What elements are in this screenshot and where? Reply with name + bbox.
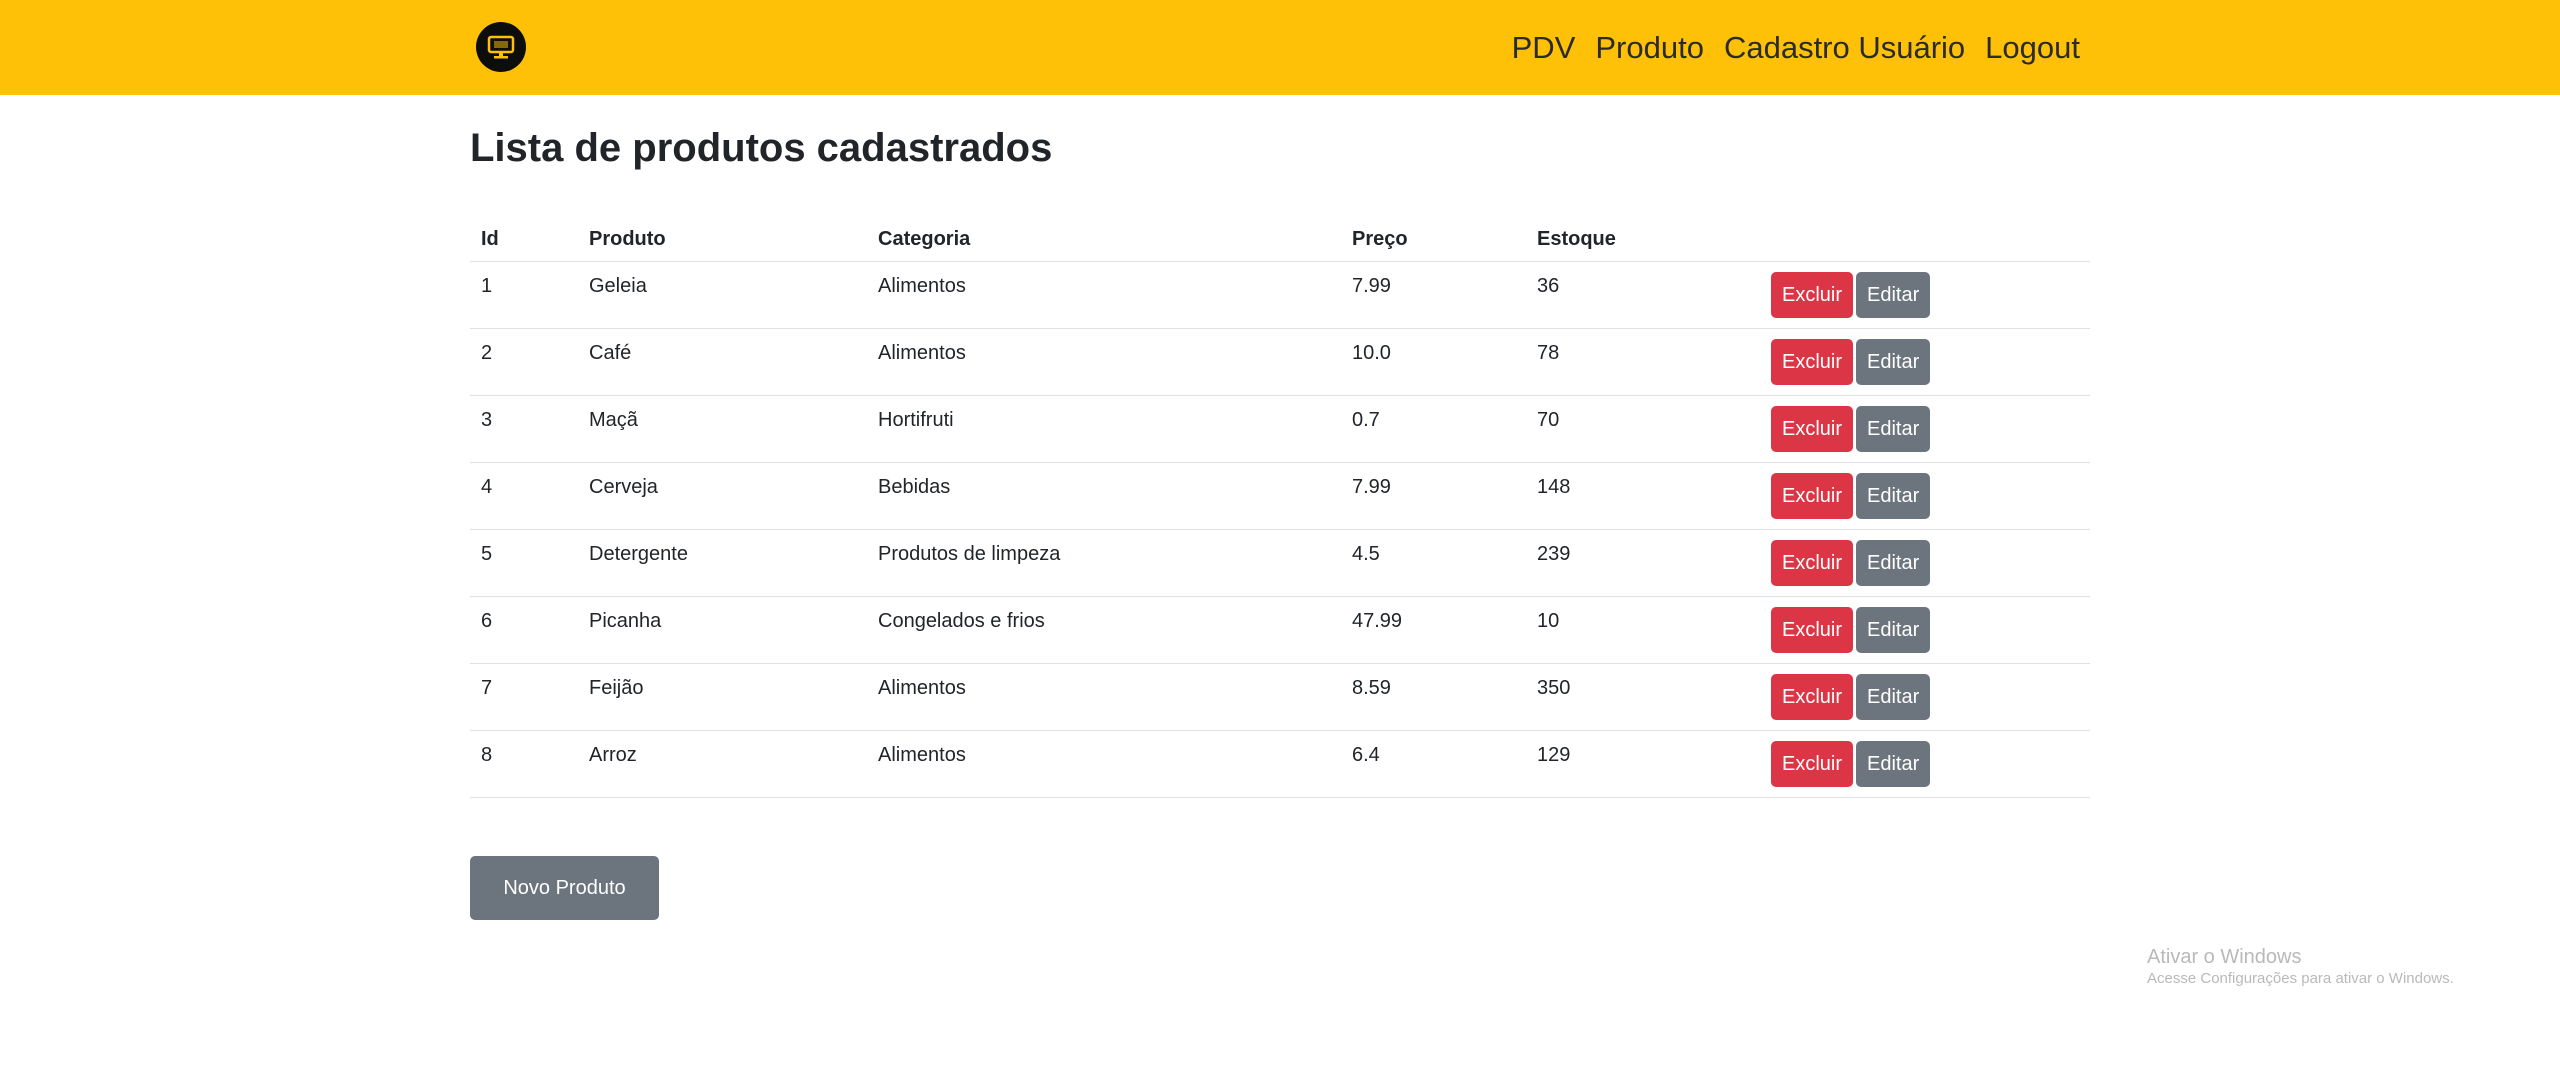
cell-actions: Excluir Editar [1760, 663, 2090, 731]
edit-button[interactable]: Editar [1856, 272, 1931, 318]
nav-link-pdv[interactable]: PDV [1512, 30, 1576, 66]
cell-produto: Geleia [578, 261, 867, 329]
cell-actions: Excluir Editar [1760, 462, 2090, 530]
cell-estoque: 148 [1526, 462, 1760, 530]
cell-produto: Detergente [578, 529, 867, 597]
cell-actions: Excluir Editar [1760, 261, 2090, 329]
cell-id: 5 [470, 529, 578, 597]
cell-actions: Excluir Editar [1760, 395, 2090, 463]
cell-produto: Arroz [578, 730, 867, 798]
cell-categoria: Hortifruti [867, 395, 1341, 463]
cell-preco: 7.99 [1341, 261, 1526, 329]
delete-button[interactable]: Excluir [1771, 272, 1854, 318]
cell-preco: 0.7 [1341, 395, 1526, 463]
cell-actions: Excluir Editar [1760, 596, 2090, 664]
cell-actions: Excluir Editar [1760, 529, 2090, 597]
cell-categoria: Alimentos [867, 663, 1341, 731]
delete-button[interactable]: Excluir [1771, 406, 1854, 452]
table-row: 5 Detergente Produtos de limpeza 4.5 239… [470, 529, 2090, 597]
windows-activation-watermark: Ativar o Windows Acesse Configurações pa… [2147, 945, 2454, 989]
cell-estoque: 70 [1526, 395, 1760, 463]
table-row: 4 Cerveja Bebidas 7.99 148 Excluir Editar [470, 462, 2090, 530]
page-title: Lista de produtos cadastrados [470, 126, 1053, 170]
cell-categoria: Alimentos [867, 730, 1341, 798]
delete-button[interactable]: Excluir [1771, 607, 1854, 653]
header-id: Id [470, 217, 578, 262]
table-row: 1 Geleia Alimentos 7.99 36 Excluir Editar [470, 261, 2090, 329]
edit-button[interactable]: Editar [1856, 339, 1931, 385]
edit-button[interactable]: Editar [1856, 741, 1931, 787]
table-header-row: Id Produto Categoria Preço Estoque [470, 217, 2090, 262]
edit-button[interactable]: Editar [1856, 674, 1931, 720]
monitor-icon[interactable] [476, 22, 526, 72]
cell-preco: 7.99 [1341, 462, 1526, 530]
cell-preco: 47.99 [1341, 596, 1526, 664]
delete-button[interactable]: Excluir [1771, 339, 1854, 385]
product-table: Id Produto Categoria Preço Estoque 1 Gel… [470, 217, 2090, 798]
nav-link-logout[interactable]: Logout [1985, 30, 2080, 66]
cell-produto: Maçã [578, 395, 867, 463]
cell-estoque: 36 [1526, 261, 1760, 329]
cell-id: 3 [470, 395, 578, 463]
watermark-title: Ativar o Windows [2147, 946, 2302, 968]
nav-link-produto[interactable]: Produto [1595, 30, 1704, 66]
table-row: 3 Maçã Hortifruti 0.7 70 Excluir Editar [470, 395, 2090, 463]
cell-id: 2 [470, 328, 578, 396]
cell-id: 1 [470, 261, 578, 329]
cell-actions: Excluir Editar [1760, 328, 2090, 396]
table-row: 6 Picanha Congelados e frios 47.99 10 Ex… [470, 596, 2090, 664]
cell-estoque: 129 [1526, 730, 1760, 798]
cell-categoria: Congelados e frios [867, 596, 1341, 664]
delete-button[interactable]: Excluir [1771, 473, 1854, 519]
header-categoria: Categoria [867, 217, 1341, 262]
new-product-button[interactable]: Novo Produto [470, 856, 659, 920]
edit-button[interactable]: Editar [1856, 406, 1931, 452]
delete-button[interactable]: Excluir [1771, 741, 1854, 787]
header-produto: Produto [578, 217, 867, 262]
edit-button[interactable]: Editar [1856, 607, 1931, 653]
cell-estoque: 78 [1526, 328, 1760, 396]
cell-estoque: 350 [1526, 663, 1760, 731]
cell-produto: Café [578, 328, 867, 396]
cell-id: 4 [470, 462, 578, 530]
header-actions [1760, 217, 2090, 262]
edit-button[interactable]: Editar [1856, 540, 1931, 586]
table-row: 8 Arroz Alimentos 6.4 129 Excluir Editar [470, 730, 2090, 798]
cell-preco: 6.4 [1341, 730, 1526, 798]
watermark-subtitle: Acesse Configurações para ativar o Windo… [2147, 970, 2454, 987]
delete-button[interactable]: Excluir [1771, 540, 1854, 586]
table-row: 7 Feijão Alimentos 8.59 350 Excluir Edita… [470, 663, 2090, 731]
edit-button[interactable]: Editar [1856, 473, 1931, 519]
delete-button[interactable]: Excluir [1771, 674, 1854, 720]
cell-categoria: Alimentos [867, 328, 1341, 396]
cell-id: 7 [470, 663, 578, 731]
header-estoque: Estoque [1526, 217, 1760, 262]
cell-preco: 4.5 [1341, 529, 1526, 597]
cell-produto: Picanha [578, 596, 867, 664]
cell-actions: Excluir Editar [1760, 730, 2090, 798]
cell-produto: Cerveja [578, 462, 867, 530]
cell-produto: Feijão [578, 663, 867, 731]
cell-estoque: 239 [1526, 529, 1760, 597]
nav-links: PDV Produto Cadastro Usuário Logout [1512, 0, 2080, 95]
cell-preco: 10.0 [1341, 328, 1526, 396]
cell-preco: 8.59 [1341, 663, 1526, 731]
header-preco: Preço [1341, 217, 1526, 262]
table-row: 2 Café Alimentos 10.0 78 Excluir Editar [470, 328, 2090, 396]
cell-categoria: Produtos de limpeza [867, 529, 1341, 597]
cell-categoria: Bebidas [867, 462, 1341, 530]
navbar: PDV Produto Cadastro Usuário Logout [0, 0, 2560, 95]
cell-id: 8 [470, 730, 578, 798]
nav-link-cadastro-usuario[interactable]: Cadastro Usuário [1724, 30, 1965, 66]
cell-estoque: 10 [1526, 596, 1760, 664]
cell-categoria: Alimentos [867, 261, 1341, 329]
cell-id: 6 [470, 596, 578, 664]
